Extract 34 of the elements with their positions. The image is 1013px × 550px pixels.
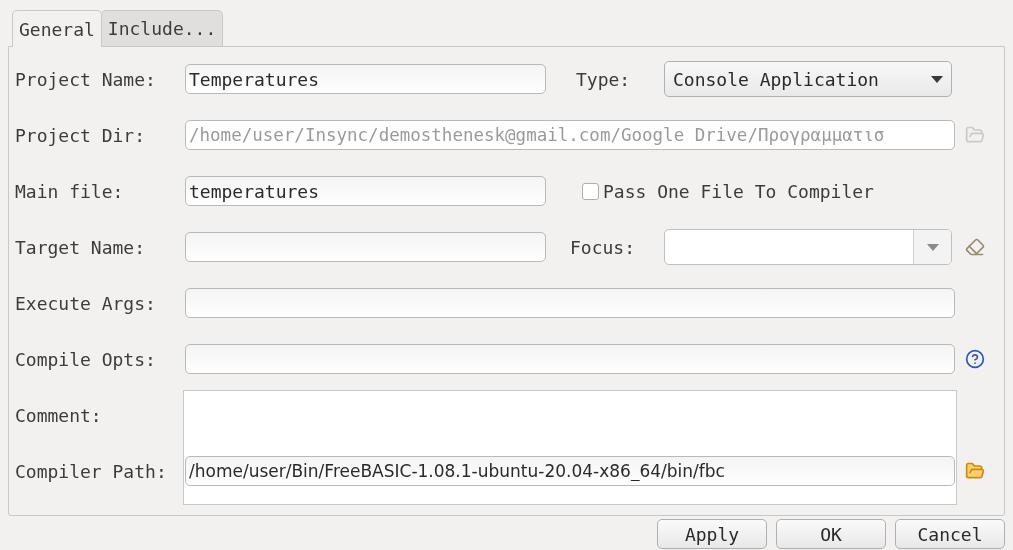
- dialog-button[interactable]: Cancel: [895, 519, 1005, 549]
- tab[interactable]: Include...: [100, 10, 224, 47]
- help-icon: [965, 349, 985, 369]
- dialog-button[interactable]: Apply: [657, 519, 767, 549]
- field-label: Main file:: [15, 179, 125, 204]
- field-label: Comment:: [15, 403, 103, 428]
- text-field[interactable]: temperatures: [185, 176, 546, 206]
- text-field[interactable]: [185, 232, 546, 262]
- field-label: Project Dir:: [15, 123, 147, 148]
- folder-open-icon: [965, 461, 985, 481]
- clear-button[interactable]: [965, 237, 985, 257]
- checkbox-label: Pass One File To Compiler: [603, 179, 874, 204]
- caret-icon: [926, 243, 939, 251]
- field-label: Focus:: [570, 235, 637, 260]
- field-label: Compiler Path:: [15, 459, 168, 484]
- checkbox[interactable]: [582, 182, 599, 200]
- field-label: Compile Opts:: [15, 347, 157, 372]
- field-label: Project Name:: [15, 67, 157, 92]
- field-label: Target Name:: [15, 235, 147, 260]
- tab[interactable]: General: [12, 10, 102, 47]
- text-field[interactable]: [185, 288, 955, 318]
- field-label: Type:: [576, 67, 632, 92]
- text-field[interactable]: [185, 344, 955, 374]
- folder-button[interactable]: [965, 461, 985, 481]
- text-field[interactable]: /home/user/Bin/FreeBASIC-1.08.1-ubuntu-20.04-x86_64/bin/fbc: [185, 456, 955, 486]
- help-button[interactable]: [965, 349, 985, 369]
- caret-icon: [931, 75, 943, 83]
- field-label: Execute Args:: [15, 291, 157, 316]
- focus-dropdown[interactable]: [664, 229, 952, 265]
- folder-open-icon: [965, 125, 985, 145]
- dialog-button[interactable]: OK: [776, 519, 886, 549]
- type-dropdown[interactable]: Console Application: [664, 61, 952, 97]
- text-field[interactable]: Temperatures: [185, 64, 546, 94]
- eraser-icon: [965, 237, 985, 257]
